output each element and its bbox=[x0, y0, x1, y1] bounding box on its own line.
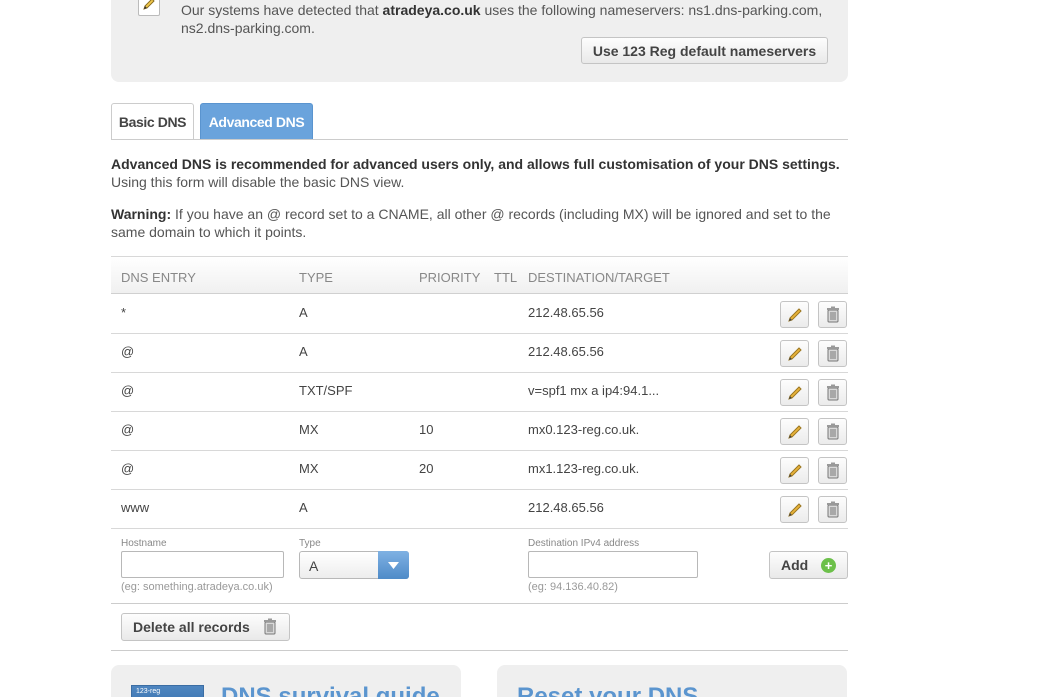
advanced-dns-intro: Advanced DNS is recommended for advanced… bbox=[111, 156, 840, 190]
add-record-form: Hostname (eg: something.atradeya.co.uk) … bbox=[111, 529, 848, 604]
edit-record-button[interactable] bbox=[780, 457, 809, 484]
table-row: @ MX 20 mx1.123-reg.co.uk. bbox=[111, 451, 848, 490]
dns-settings-page: Our systems have detected that atradeya.… bbox=[0, 0, 1039, 697]
edit-record-button[interactable] bbox=[780, 340, 809, 367]
pencil-icon bbox=[787, 463, 802, 478]
pencil-icon bbox=[787, 346, 802, 361]
plus-icon: + bbox=[821, 558, 836, 573]
cell-destination: mx1.123-reg.co.uk. bbox=[528, 461, 640, 476]
edit-record-button[interactable] bbox=[780, 379, 809, 406]
cell-type: A bbox=[299, 305, 308, 320]
pencil-icon bbox=[787, 502, 802, 517]
header-ttl: TTL bbox=[494, 270, 518, 285]
cell-destination: v=spf1 mx a ip4:94.1... bbox=[528, 383, 660, 398]
cell-destination: 212.48.65.56 bbox=[528, 500, 604, 515]
pencil-note-icon bbox=[138, 0, 160, 16]
delete-all-area: Delete all records bbox=[111, 604, 848, 651]
type-label: Type bbox=[299, 538, 321, 549]
cell-entry: www bbox=[121, 500, 150, 515]
delete-all-records-button[interactable]: Delete all records bbox=[121, 613, 290, 641]
delete-record-button[interactable] bbox=[818, 379, 847, 406]
cell-priority: 20 bbox=[419, 461, 434, 476]
cell-destination: 212.48.65.56 bbox=[528, 344, 604, 359]
destination-input[interactable] bbox=[528, 551, 698, 578]
cell-priority: 10 bbox=[419, 422, 434, 437]
chevron-down-icon[interactable] bbox=[378, 551, 409, 579]
reset-dns-box[interactable]: Reset your DNS bbox=[497, 665, 847, 697]
delete-record-button[interactable] bbox=[818, 496, 847, 523]
delete-record-button[interactable] bbox=[818, 418, 847, 445]
nameserver-notice-text: Our systems have detected that atradeya.… bbox=[181, 2, 823, 36]
table-row: * A 212.48.65.56 bbox=[111, 295, 848, 334]
dns-guide-title[interactable]: DNS survival guide bbox=[221, 683, 440, 697]
dns-table-header: DNS ENTRY TYPE PRIORITY TTL DESTINATION/… bbox=[111, 256, 848, 294]
cell-entry: @ bbox=[121, 383, 135, 398]
cell-entry: @ bbox=[121, 461, 135, 476]
reset-dns-title[interactable]: Reset your DNS bbox=[517, 683, 698, 697]
cell-type: A bbox=[299, 500, 308, 515]
header-priority: PRIORITY bbox=[419, 270, 481, 285]
table-row: www A 212.48.65.56 bbox=[111, 490, 848, 529]
cname-warning: Warning: If you have an @ record set to … bbox=[111, 206, 831, 240]
trash-icon bbox=[826, 345, 839, 362]
add-record-button[interactable]: Add + bbox=[769, 551, 848, 579]
cell-destination: mx0.123-reg.co.uk. bbox=[528, 422, 640, 437]
pencil-icon bbox=[787, 385, 802, 400]
trash-icon bbox=[826, 384, 839, 401]
pencil-icon bbox=[787, 424, 802, 439]
trash-icon bbox=[826, 462, 839, 479]
dns-guide-box[interactable]: 123-reg DNS survival guide bbox=[111, 665, 461, 697]
destination-hint: (eg: 94.136.40.82) bbox=[528, 581, 618, 593]
domain-name: atradeya.co.uk bbox=[382, 2, 481, 18]
guide-thumbnail-text: 123-reg bbox=[136, 688, 161, 695]
hostname-hint: (eg: something.atradeya.co.uk) bbox=[121, 581, 273, 593]
tab-divider bbox=[111, 139, 848, 140]
destination-label: Destination IPv4 address bbox=[528, 538, 640, 549]
edit-record-button[interactable] bbox=[780, 301, 809, 328]
header-dns-entry: DNS ENTRY bbox=[121, 270, 196, 285]
table-row: @ A 212.48.65.56 bbox=[111, 334, 848, 373]
trash-icon bbox=[264, 618, 276, 635]
trash-icon bbox=[826, 306, 839, 323]
cell-type: TXT/SPF bbox=[299, 383, 353, 398]
guide-thumbnail: 123-reg bbox=[131, 685, 204, 697]
type-select[interactable]: A bbox=[299, 551, 409, 579]
table-row: @ TXT/SPF v=spf1 mx a ip4:94.1... bbox=[111, 373, 848, 412]
add-button-label: Add bbox=[781, 557, 809, 573]
edit-record-button[interactable] bbox=[780, 418, 809, 445]
cell-destination: 212.48.65.56 bbox=[528, 305, 604, 320]
delete-record-button[interactable] bbox=[818, 457, 847, 484]
tab-basic-dns[interactable]: Basic DNS bbox=[111, 103, 194, 140]
hostname-label: Hostname bbox=[121, 538, 167, 549]
trash-icon bbox=[826, 501, 839, 518]
tab-advanced-dns[interactable]: Advanced DNS bbox=[200, 103, 313, 140]
cell-type: A bbox=[299, 344, 308, 359]
header-type: TYPE bbox=[299, 270, 333, 285]
pencil-icon bbox=[787, 307, 802, 322]
delete-record-button[interactable] bbox=[818, 301, 847, 328]
cell-entry: * bbox=[121, 305, 127, 320]
table-row: @ MX 10 mx0.123-reg.co.uk. bbox=[111, 412, 848, 451]
trash-icon bbox=[826, 423, 839, 440]
type-select-value: A bbox=[309, 558, 319, 574]
cell-type: MX bbox=[299, 422, 319, 437]
use-default-nameservers-button[interactable]: Use 123 Reg default nameservers bbox=[581, 37, 828, 64]
hostname-input[interactable] bbox=[121, 551, 284, 578]
cell-type: MX bbox=[299, 461, 319, 476]
edit-record-button[interactable] bbox=[780, 496, 809, 523]
cell-entry: @ bbox=[121, 422, 135, 437]
cell-entry: @ bbox=[121, 344, 135, 359]
delete-all-label: Delete all records bbox=[133, 619, 250, 635]
header-destination: DESTINATION/TARGET bbox=[528, 270, 670, 285]
delete-record-button[interactable] bbox=[818, 340, 847, 367]
